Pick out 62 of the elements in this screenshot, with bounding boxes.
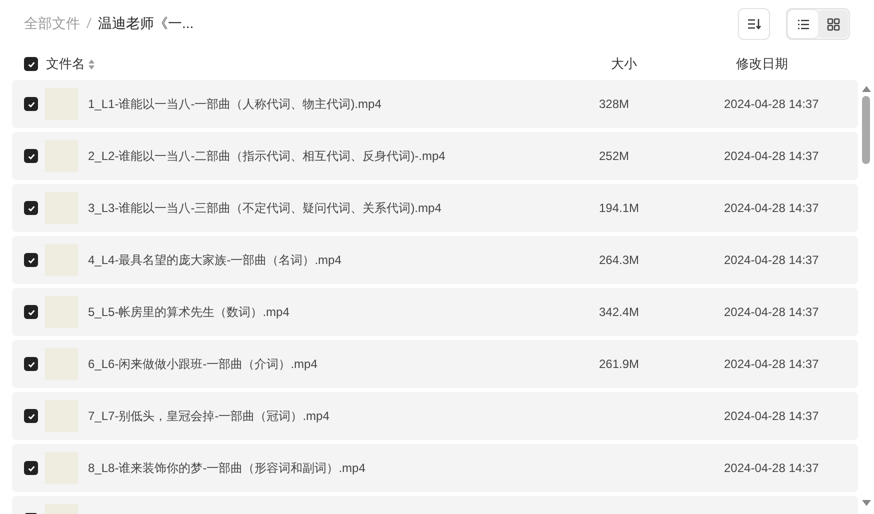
file-name: 1_L1-谁能以一当八-一部曲（人称代词、物主代词).mp4 [88, 96, 382, 112]
file-name: 2_L2-谁能以一当八-二部曲（指示代词、相互代词、反身代词)-.mp4 [88, 148, 446, 164]
modified-date: 2024-04-28 14:37 [724, 305, 819, 319]
modified-date: 2024-04-28 14:37 [724, 201, 819, 215]
modified-date: 2024-04-28 14:37 [724, 357, 819, 371]
sort-arrows-icon[interactable] [88, 58, 95, 70]
file-size: 194.1M [599, 201, 640, 215]
breadcrumb-link[interactable]: 温迪老师《一... [98, 15, 194, 33]
sort-icon [747, 18, 761, 30]
checkmark-icon [26, 100, 36, 108]
checkbox[interactable] [24, 149, 38, 163]
file-size: 252M [599, 149, 630, 163]
checkbox[interactable] [24, 97, 38, 111]
list-icon [796, 18, 810, 30]
checkbox[interactable] [24, 253, 38, 267]
file-size: 328M [599, 97, 630, 111]
file-name: 4_L4-最具名望的庞大家族-一部曲（名词）.mp4 [88, 252, 342, 268]
checkmark-icon [26, 60, 36, 68]
checkmark-icon [26, 204, 36, 212]
scroll-down-icon[interactable] [862, 500, 870, 506]
modified-date: 2024-04-28 14:37 [724, 149, 819, 163]
file-name: 8_L8-谁来装饰你的梦-一部曲（形容词和副词）.mp4 [88, 460, 366, 476]
checkmark-icon [26, 464, 36, 472]
modified-date: 2024-04-28 14:37 [724, 253, 819, 267]
checkbox[interactable] [24, 461, 38, 475]
checkmark-icon [26, 412, 36, 420]
grid-icon [826, 18, 840, 30]
file-name: 7_L7-别低头，皇冠会掉-一部曲（冠词）.mp4 [88, 408, 330, 424]
file-row[interactable]: 8_L8-谁来装饰你的梦-一部曲（形容词和副词）.mp4 2024-04-28 14:37 [12, 444, 858, 492]
list-view-button[interactable] [788, 10, 818, 38]
file-row[interactable]: 4_L4-最具名望的庞大家族-一部曲（名词）.mp4 264.3M 2024-04-28 14:37 [12, 236, 858, 284]
scroll-up-icon[interactable] [862, 86, 870, 92]
file-name: 5_L5-帐房里的算术先生（数词）.mp4 [88, 304, 290, 320]
sort-button[interactable] [738, 8, 770, 40]
checkbox[interactable] [24, 201, 38, 215]
column-header[interactable]: 文件名 [46, 55, 85, 73]
scrollbar-thumb[interactable] [862, 96, 870, 164]
modified-date: 2024-04-28 14:37 [724, 409, 819, 423]
checkmark-icon [26, 152, 36, 160]
checkmark-icon [26, 308, 36, 316]
file-row[interactable]: 7_L7-别低头，皇冠会掉-一部曲（冠词）.mp4 2024-04-28 14:37 [12, 392, 858, 440]
grid-view-button[interactable] [818, 10, 848, 38]
file-name: 6_L6-闲来做做小跟班-一部曲（介词）.mp4 [88, 356, 318, 372]
checkbox[interactable] [24, 57, 38, 71]
checkmark-icon [26, 360, 36, 368]
file-row[interactable]: 5_L5-帐房里的算术先生（数词）.mp4 342.4M 2024-04-28 14:37 [12, 288, 858, 336]
modified-date: 2024-04-28 14:37 [724, 461, 819, 475]
checkbox[interactable] [24, 409, 38, 423]
checkmark-icon [26, 256, 36, 264]
file-row[interactable]: 1_L1-谁能以一当八-一部曲（人称代词、物主代词).mp4 328M 2024-04-28 14:37 [12, 80, 858, 128]
checkbox[interactable] [24, 305, 38, 319]
file-name: 3_L3-谁能以一当八-三部曲（不定代词、疑问代词、关系代词).mp4 [88, 200, 442, 216]
file-row[interactable]: 3_L3-谁能以一当八-三部曲（不定代词、疑问代词、关系代词).mp4 194.1M 2024-04-28 14:37 [12, 184, 858, 232]
file-size: 342.4M [599, 305, 640, 319]
modified-date: 2024-04-28 14:37 [724, 97, 819, 111]
column-header: 大小 [611, 56, 637, 71]
file-row[interactable]: 6_L6-闲来做做小跟班-一部曲（介词）.mp4 261.9M 2024-04-28 14:37 [12, 340, 858, 388]
column-header: 修改日期 [736, 55, 788, 73]
file-row[interactable]: 2_L2-谁能以一当八-二部曲（指示代词、相互代词、反身代词)-.mp4 252M 2024-04-28 14:37 [12, 132, 858, 180]
file-size: 264.3M [599, 253, 640, 267]
file-size: 261.9M [599, 357, 640, 371]
checkbox[interactable] [24, 357, 38, 371]
